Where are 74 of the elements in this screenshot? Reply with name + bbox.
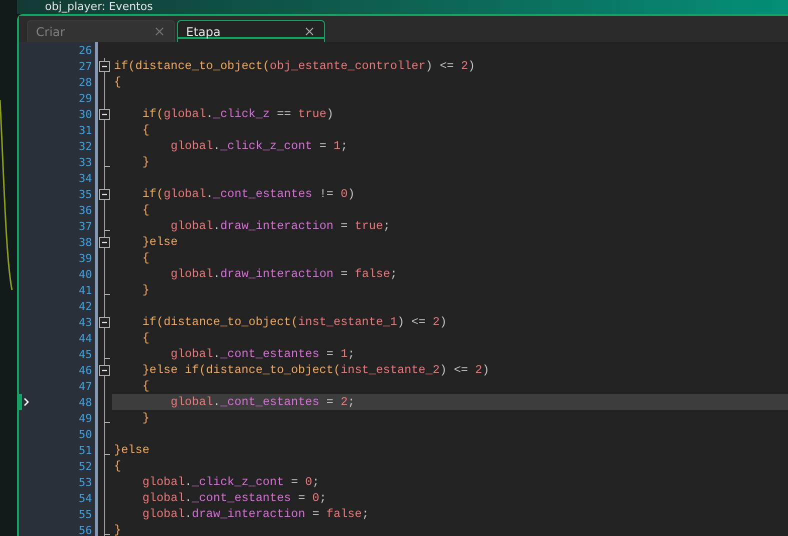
code-line: } [141,410,150,426]
code-line: { [113,458,122,474]
code-line: { [141,122,150,138]
line-number: 31 [78,124,92,136]
code-line: { [141,202,150,218]
fold-end-mark [104,534,110,535]
code-line: global._click_z_cont = 1; [170,138,349,154]
line-number: 42 [78,300,92,312]
close-icon[interactable] [303,25,316,38]
line-number: 53 [78,476,92,488]
line-number: 35 [78,188,92,200]
line-number: 46 [78,364,92,376]
line-number: 51 [78,444,92,456]
collapse-icon[interactable] [99,189,110,200]
code-line: global.draw_interaction = false; [141,506,370,522]
code-line: global.draw_interaction = true; [170,218,392,234]
line-number: 37 [78,220,92,232]
line-number: 55 [78,508,92,520]
line-number: 49 [78,412,92,424]
code-line: }else [141,234,179,250]
line-number: 39 [78,252,92,264]
code-line: global._click_z_cont = 0; [141,474,320,490]
fold-end-mark [104,454,110,455]
line-number: 27 [78,60,92,72]
chevron-icon [24,398,29,406]
code-line: if(distance_to_object(inst_estante_1) <= 2) [141,314,448,330]
fold-end-mark [104,294,110,295]
code-line: { [141,250,150,266]
fold-end-mark [104,166,110,167]
close-icon[interactable] [153,25,166,38]
editor-tab[interactable]: Etapa [177,20,325,42]
line-number: 36 [78,204,92,216]
line-number: 40 [78,268,92,280]
line-number: 50 [78,428,92,440]
code-line: { [113,74,122,90]
line-number: 45 [78,348,92,360]
line-number: 44 [78,332,92,344]
line-number: 41 [78,284,92,296]
collapse-icon[interactable] [99,365,110,376]
code-line: }else [113,442,150,458]
collapse-icon[interactable] [99,237,110,248]
code-line: } [113,522,122,536]
code-line: global._cont_estantes = 0; [141,490,328,506]
code-line: if(global._cont_estantes != 0) [141,186,356,202]
line-number: 32 [78,140,92,152]
line-number: 48 [78,396,92,408]
line-number: 30 [78,108,92,120]
code-line: global.draw_interaction = false; [170,266,398,282]
line-number: 47 [78,380,92,392]
line-number: 56 [78,524,92,536]
collapse-icon[interactable] [99,109,110,120]
fold-end-mark [104,230,110,231]
line-number: 34 [78,172,92,184]
line-number: 54 [78,492,92,504]
window-title: obj_player: Eventos [45,1,153,13]
code-line: }else if(distance_to_object(inst_estante_2) <= 2) [141,362,490,378]
code-line: if(global._click_z == true) [141,106,335,122]
line-number: 29 [78,92,92,104]
fold-end-mark [104,422,110,423]
code-line: global._cont_estantes = 1; [170,346,356,362]
code-line: } [141,154,150,170]
code-line: { [141,330,150,346]
line-number: 33 [78,156,92,168]
collapse-icon[interactable] [99,61,110,72]
code-line: } [141,282,150,298]
line-number: 52 [78,460,92,472]
code-line: { [141,378,150,394]
fold-end-mark [104,358,110,359]
line-number: 26 [78,44,92,56]
code-line: if(distance_to_object(obj_estante_controller) <= 2) [113,58,476,74]
line-number: 43 [78,316,92,328]
line-number: 38 [78,236,92,248]
line-number: 28 [78,76,92,88]
collapse-icon[interactable] [99,317,110,328]
